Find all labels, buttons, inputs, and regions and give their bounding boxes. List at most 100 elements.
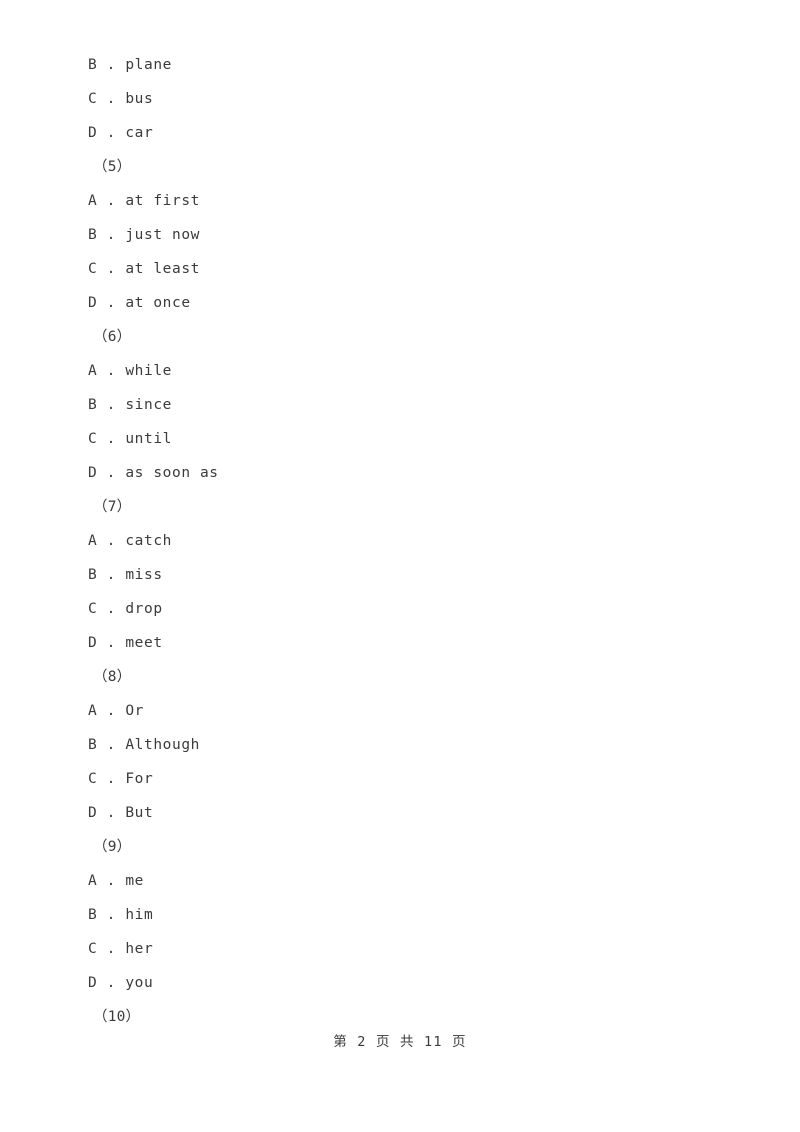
option-text: plane [125, 57, 172, 73]
option-separator: . [97, 567, 126, 583]
answer-option: C . For [88, 762, 728, 796]
option-text: miss [125, 567, 163, 583]
answer-option: C . bus [88, 82, 728, 116]
question-number: （5） [88, 150, 728, 184]
option-letter: B [88, 57, 98, 73]
option-separator: . [97, 873, 126, 889]
option-text: at first [125, 193, 200, 209]
answer-option: A . me [88, 864, 728, 898]
question-number: （10） [88, 1000, 728, 1034]
option-separator: . [97, 941, 126, 957]
question-number-label: （9） [93, 839, 132, 855]
option-separator: . [97, 533, 126, 549]
option-letter: A [88, 703, 98, 719]
option-separator: . [97, 125, 126, 141]
option-letter: C [88, 941, 98, 957]
answer-option: B . since [88, 388, 728, 422]
option-separator: . [97, 91, 126, 107]
answer-option: A . Or [88, 694, 728, 728]
question-number-label: （5） [93, 159, 132, 175]
answer-option: B . just now [88, 218, 728, 252]
answer-option: D . you [88, 966, 728, 1000]
option-letter: C [88, 431, 98, 447]
option-letter: C [88, 601, 98, 617]
option-text: him [125, 907, 154, 923]
question-number-label: （10） [93, 1009, 141, 1025]
option-text: while [125, 363, 172, 379]
question-number: （6） [88, 320, 728, 354]
option-separator: . [97, 261, 126, 277]
answer-option: B . him [88, 898, 728, 932]
option-letter: A [88, 363, 98, 379]
option-text: For [125, 771, 154, 787]
option-text: me [125, 873, 145, 889]
option-text: at once [125, 295, 191, 311]
option-letter: D [88, 125, 98, 141]
option-separator: . [97, 295, 126, 311]
question-number-label: （6） [93, 329, 132, 345]
option-letter: D [88, 805, 98, 821]
page-footer: 第 2 页 共 11 页 [333, 1034, 467, 1050]
option-letter: B [88, 567, 98, 583]
option-text: as soon as [125, 465, 219, 481]
option-letter: D [88, 465, 98, 481]
option-separator: . [97, 57, 126, 73]
option-text: catch [125, 533, 172, 549]
answer-option: A . at first [88, 184, 728, 218]
answer-option: C . drop [88, 592, 728, 626]
option-text: her [125, 941, 154, 957]
option-letter: A [88, 873, 98, 889]
option-text: car [125, 125, 154, 141]
option-text: drop [125, 601, 163, 617]
option-text: bus [125, 91, 154, 107]
option-text: since [125, 397, 172, 413]
answer-option: A . while [88, 354, 728, 388]
option-separator: . [97, 635, 126, 651]
option-text: just now [125, 227, 200, 243]
option-letter: B [88, 397, 98, 413]
option-letter: C [88, 261, 98, 277]
option-separator: . [97, 363, 126, 379]
answer-option: B . miss [88, 558, 728, 592]
option-text: But [125, 805, 154, 821]
question-number: （8） [88, 660, 728, 694]
option-text: at least [125, 261, 200, 277]
answer-option: A . catch [88, 524, 728, 558]
option-text: Or [125, 703, 145, 719]
answer-option: D . meet [88, 626, 728, 660]
question-number: （9） [88, 830, 728, 864]
option-separator: . [97, 193, 126, 209]
option-text: you [125, 975, 154, 991]
option-separator: . [97, 771, 126, 787]
option-separator: . [97, 601, 126, 617]
question-number: （7） [88, 490, 728, 524]
option-separator: . [97, 975, 126, 991]
option-letter: C [88, 91, 98, 107]
option-separator: . [97, 227, 126, 243]
option-text: meet [125, 635, 163, 651]
option-letter: B [88, 227, 98, 243]
option-letter: C [88, 771, 98, 787]
answer-option: B . Although [88, 728, 728, 762]
option-letter: D [88, 635, 98, 651]
answer-option: D . at once [88, 286, 728, 320]
answer-option: C . at least [88, 252, 728, 286]
answer-option: C . until [88, 422, 728, 456]
answer-option: D . as soon as [88, 456, 728, 490]
question-number-label: （8） [93, 669, 132, 685]
option-separator: . [97, 805, 126, 821]
option-separator: . [97, 431, 126, 447]
option-separator: . [97, 703, 126, 719]
option-text: until [125, 431, 172, 447]
option-letter: D [88, 295, 98, 311]
answer-option: D . car [88, 116, 728, 150]
answer-option: D . But [88, 796, 728, 830]
option-separator: . [97, 397, 126, 413]
question-number-label: （7） [93, 499, 132, 515]
option-text: Although [125, 737, 200, 753]
answer-option: B . plane [88, 48, 728, 82]
option-letter: B [88, 737, 98, 753]
option-letter: A [88, 533, 98, 549]
option-letter: A [88, 193, 98, 209]
option-letter: D [88, 975, 98, 991]
